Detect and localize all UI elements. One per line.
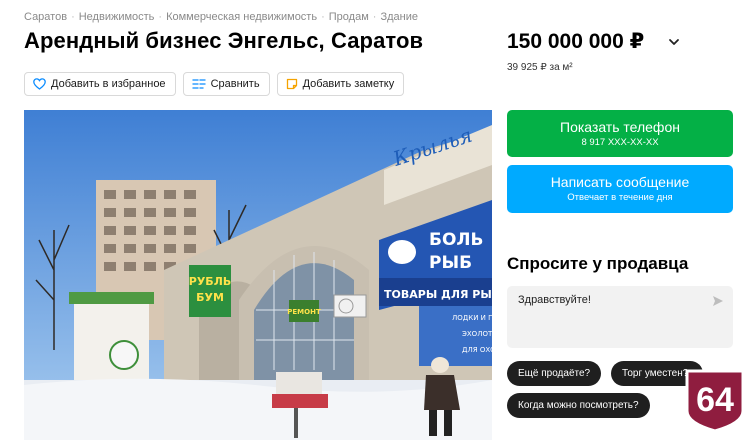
breadcrumb-building[interactable]: Здание	[380, 11, 418, 23]
breadcrumb-separator: ·	[158, 11, 163, 23]
show-phone-label: Показать телефон	[560, 119, 680, 135]
compare-icon	[191, 79, 206, 89]
fish-sign-bottom: РЫБ	[429, 253, 472, 273]
compare-button[interactable]: Сравнить	[182, 72, 270, 96]
repair-sign-text: РЕМОНТ	[287, 308, 321, 316]
breadcrumb-separator: ·	[71, 11, 75, 23]
write-message-button[interactable]: Написать сообщение Отвечает в течение дн…	[507, 165, 733, 213]
fish-extra-2: ЭХОЛОТЫ	[462, 330, 492, 338]
price-per-sqm: 39 925 ₽ за м²	[507, 62, 573, 73]
compare-label: Сравнить	[210, 78, 260, 90]
response-time-label: Отвечает в течение дня	[567, 192, 673, 203]
listing-actions: Добавить в избранное Сравнить Добавить з…	[24, 72, 405, 96]
listing-photo[interactable]: Крылья РУБЛЬ БУМ РЕМОНТ БОЛЬ РЫБ ТОВАРЫ …	[24, 110, 492, 440]
ask-seller-title: Спросите у продавца	[507, 254, 689, 273]
send-icon[interactable]	[712, 295, 724, 307]
fish-sign-top: БОЛЬ	[429, 230, 484, 250]
write-message-label: Написать сообщение	[550, 174, 690, 190]
breadcrumb-separator: ·	[321, 11, 325, 23]
add-note-label: Добавить заметку	[302, 78, 395, 90]
quick-question-still-selling[interactable]: Ещё продаёте?	[507, 361, 602, 386]
page-title: Арендный бизнес Энгельс, Саратов	[24, 28, 424, 53]
heart-icon	[33, 78, 46, 90]
show-phone-button[interactable]: Показать телефон 8 917 XXX-XX-XX	[507, 110, 733, 157]
chevron-down-icon[interactable]	[667, 35, 681, 49]
add-to-favorites-button[interactable]: Добавить в избранное	[24, 72, 176, 96]
price: 150 000 000 ₽	[507, 30, 645, 53]
masked-phone-number: 8 917 XXX-XX-XX	[581, 137, 659, 148]
add-to-favorites-label: Добавить в избранное	[51, 78, 166, 90]
ask-seller-message-field[interactable]: Здравствуйте!	[507, 286, 733, 348]
fish-extra-1: ЛОДКИ И ПР	[452, 314, 492, 322]
fish-goods-text: ТОВАРЫ ДЛЯ РЫБА	[384, 288, 492, 301]
building-photo-image: Крылья РУБЛЬ БУМ РЕМОНТ БОЛЬ РЫБ ТОВАРЫ …	[24, 110, 492, 440]
bum-sign-text: БУМ	[196, 291, 224, 304]
breadcrumb-sell[interactable]: Продам	[329, 11, 369, 23]
ask-seller-message-text: Здравствуйте!	[518, 294, 591, 306]
ruble-sign-text: РУБЛЬ	[189, 275, 231, 288]
breadcrumb-separator: ·	[372, 11, 377, 23]
add-note-button[interactable]: Добавить заметку	[276, 72, 405, 96]
breadcrumb-saratov[interactable]: Саратов	[24, 11, 67, 23]
fish-extra-3: ДЛЯ ОХО	[462, 346, 492, 354]
breadcrumb-commercial[interactable]: Коммерческая недвижимость	[166, 11, 317, 23]
breadcrumb-realty[interactable]: Недвижимость	[79, 11, 155, 23]
region-64-logo: 64	[685, 369, 745, 433]
breadcrumb: Саратов · Недвижимость · Коммерческая недвиж…	[24, 11, 418, 23]
note-icon	[286, 78, 297, 90]
region-64-logo-text: 64	[696, 381, 734, 419]
quick-question-when-view[interactable]: Когда можно посмотреть?	[507, 393, 650, 418]
